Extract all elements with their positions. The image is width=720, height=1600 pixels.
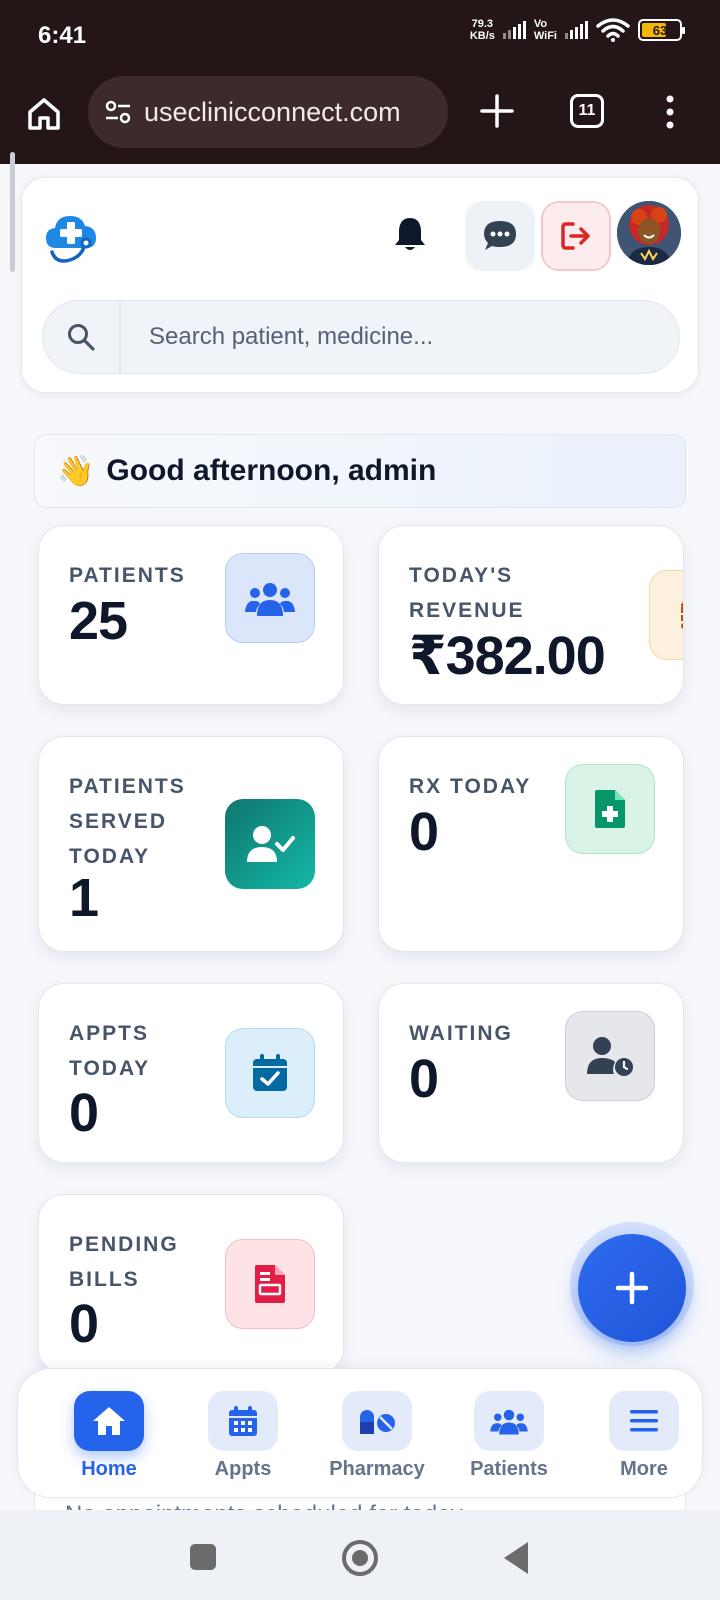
nav-patients[interactable]: Patients <box>449 1391 569 1491</box>
nav-more[interactable]: More <box>584 1391 704 1491</box>
nav-pharmacy[interactable]: Pharmacy <box>317 1391 437 1491</box>
back-icon[interactable] <box>504 1542 528 1574</box>
browser-home-icon[interactable] <box>24 94 64 134</box>
stat-label: APPTS TODAY <box>69 1022 151 1080</box>
greeting-text: Good afternoon, admin <box>106 454 437 487</box>
chat-button[interactable] <box>465 201 535 271</box>
new-tab-icon[interactable] <box>478 92 516 130</box>
stat-icon-box <box>225 1028 315 1118</box>
status-icons: 79.3 KB/s Vo WiFi 63 <box>469 18 685 42</box>
stat-card-appts-today[interactable]: APPTS TODAY 0 <box>38 983 344 1163</box>
logout-button[interactable] <box>541 201 611 271</box>
tab-switcher-button[interactable]: 11 <box>570 94 604 128</box>
stat-icon-box <box>225 799 315 889</box>
nav-label: Appts <box>214 1458 272 1480</box>
overflow-menu-icon[interactable] <box>665 94 675 130</box>
stat-label: PENDING BILLS <box>69 1233 179 1291</box>
stat-label: PATIENTS <box>69 564 186 587</box>
battery-icon: 63 <box>638 19 685 41</box>
nav-label: More <box>620 1458 668 1480</box>
url-text: useclinicconnect.com <box>144 96 401 127</box>
stat-card-patients[interactable]: PATIENTS 25 <box>38 525 344 705</box>
stat-card-waiting[interactable]: WAITING 0 <box>378 983 684 1163</box>
clinic-logo-icon <box>46 216 96 263</box>
stat-value: 0 <box>409 1049 439 1109</box>
nav-icon-box <box>474 1391 544 1451</box>
site-settings-icon[interactable] <box>104 99 132 125</box>
avatar[interactable] <box>617 201 681 265</box>
home-button-icon[interactable] <box>342 1540 378 1576</box>
chat-icon <box>484 221 516 250</box>
nav-label: Home <box>81 1458 137 1480</box>
stat-value: 0 <box>69 1083 99 1143</box>
wifi-icon <box>596 18 630 42</box>
bottom-nav: Home Appts Pharmacy Patients More <box>17 1368 703 1498</box>
search-bar[interactable] <box>42 300 680 374</box>
nav-icon-box <box>74 1391 144 1451</box>
stat-value: 0 <box>69 1294 99 1354</box>
search-icon-box[interactable] <box>43 301 121 373</box>
signal-icon-2 <box>565 21 588 39</box>
signal-icon <box>502 21 526 39</box>
network-speed: 79.3 KB/s <box>469 18 495 42</box>
calendar-icon <box>229 1406 257 1436</box>
pills-icon <box>360 1410 395 1434</box>
stat-value: ₹382.00 <box>409 626 606 686</box>
stat-icon-box <box>225 553 315 643</box>
users-icon <box>245 583 295 616</box>
avatar-image <box>617 201 681 265</box>
stat-label: WAITING <box>409 1022 513 1045</box>
greeting-banner: 👋 Good afternoon, admin <box>34 434 686 508</box>
add-fab-button[interactable] <box>578 1234 686 1342</box>
home-icon <box>93 1407 125 1435</box>
search-icon <box>68 324 95 351</box>
nav-icon-box <box>342 1391 412 1451</box>
stat-label: TODAY'S REVENUE <box>409 564 525 622</box>
stat-card-rx-today[interactable]: RX TODAY 0 <box>378 736 684 952</box>
status-time: 6:41 <box>38 22 87 49</box>
nav-icon-box <box>609 1391 679 1451</box>
recents-icon[interactable] <box>190 1544 216 1570</box>
scroll-indicator[interactable] <box>10 152 15 272</box>
stat-card-patients-served[interactable]: PATIENTS SERVED TODAY 1 <box>38 736 344 952</box>
stat-label: RX TODAY <box>409 775 532 798</box>
status-bar: 6:41 79.3 KB/s Vo WiFi 63 <box>0 0 720 72</box>
stat-icon-box <box>565 1011 655 1101</box>
stat-value: 25 <box>69 591 128 651</box>
user-clock-icon <box>587 1037 633 1076</box>
user-check-icon <box>247 826 295 862</box>
nav-label: Patients <box>470 1458 548 1480</box>
stat-card-revenue[interactable]: TODAY'S REVENUE ₹382.00 <box>378 525 684 705</box>
bell-icon[interactable] <box>390 214 430 254</box>
wave-emoji: 👋 <box>57 454 95 488</box>
logout-icon <box>561 222 590 250</box>
vowifi-icon: Vo WiFi <box>533 18 557 42</box>
coins-icon <box>681 602 683 629</box>
stat-value: 1 <box>69 868 99 928</box>
stat-value: 0 <box>409 802 439 862</box>
stat-icon-box <box>565 764 655 854</box>
users-icon <box>490 1409 528 1435</box>
nav-appts[interactable]: Appts <box>183 1391 303 1491</box>
calendar-check-icon <box>253 1054 287 1091</box>
stat-card-pending-bills[interactable]: PENDING BILLS 0 <box>38 1194 344 1374</box>
plus-icon <box>615 1271 649 1305</box>
stat-icon-box <box>649 570 683 660</box>
system-nav-bar <box>0 1510 720 1600</box>
nav-label: Pharmacy <box>329 1458 425 1480</box>
address-bar[interactable]: useclinicconnect.com <box>88 76 448 148</box>
nav-icon-box <box>208 1391 278 1451</box>
search-input[interactable] <box>121 301 679 373</box>
stat-label: PATIENTS SERVED TODAY <box>69 775 186 868</box>
browser-toolbar: useclinicconnect.com 11 <box>0 72 720 164</box>
menu-icon <box>630 1410 658 1432</box>
stat-icon-box <box>225 1239 315 1329</box>
file-medical-icon <box>595 790 625 828</box>
header-card <box>21 177 699 393</box>
nav-home[interactable]: Home <box>49 1391 169 1491</box>
invoice-icon <box>255 1265 285 1303</box>
